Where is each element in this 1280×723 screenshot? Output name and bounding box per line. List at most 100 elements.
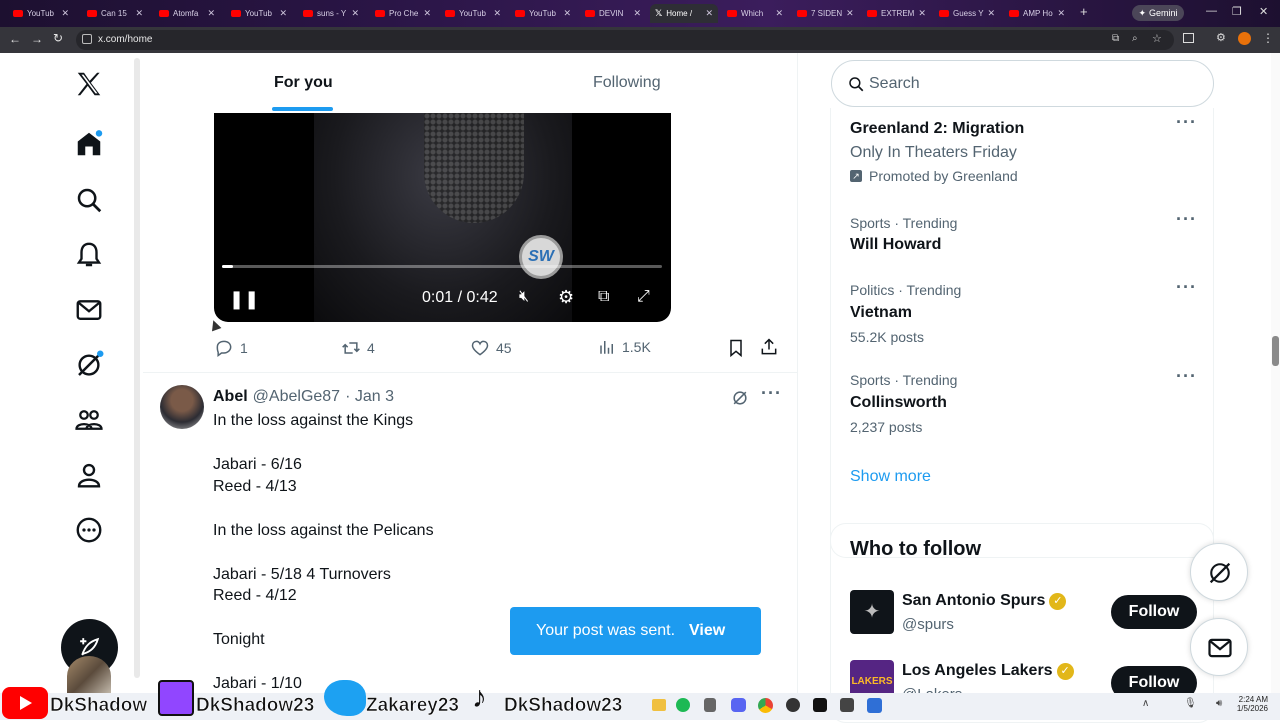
page-scrollbar[interactable] bbox=[1271, 53, 1280, 693]
account-name-row[interactable]: Los Angeles Lakers ✓ bbox=[902, 662, 1074, 680]
new-tab-button[interactable]: + bbox=[1080, 4, 1088, 19]
browser-tab[interactable]: YouTub ✕ bbox=[226, 4, 292, 23]
tab-for-you[interactable]: For you bbox=[274, 74, 333, 92]
extensions-icon[interactable]: ⚙ bbox=[1216, 31, 1226, 44]
settings-icon[interactable]: ⚙ bbox=[558, 287, 574, 308]
browser-tab[interactable]: EXTREM ✕ bbox=[862, 4, 928, 23]
trend-title[interactable]: Collinsworth bbox=[850, 394, 947, 412]
account-name-row[interactable]: San Antonio Spurs ✓ bbox=[902, 592, 1067, 610]
reload-icon[interactable]: ↻ bbox=[53, 31, 63, 45]
close-icon[interactable]: ✕ bbox=[563, 8, 571, 19]
like-button[interactable]: 45 bbox=[470, 338, 512, 358]
close-icon[interactable]: ✕ bbox=[1057, 8, 1065, 19]
tiktok-icon[interactable] bbox=[813, 698, 827, 712]
search-icon[interactable] bbox=[74, 185, 104, 215]
close-icon[interactable]: ✕ bbox=[423, 8, 431, 19]
tab-following[interactable]: Following bbox=[593, 74, 661, 92]
app-icon[interactable] bbox=[867, 698, 882, 713]
communities-icon[interactable] bbox=[74, 405, 104, 435]
browser-tab[interactable]: DEVIN ✕ bbox=[580, 4, 646, 23]
more-options-icon[interactable]: ··· bbox=[1176, 277, 1197, 298]
scrollbar-thumb[interactable] bbox=[1272, 336, 1279, 366]
share-icon[interactable] bbox=[759, 337, 779, 357]
close-icon[interactable]: ✕ bbox=[351, 8, 359, 19]
bookmark-star-icon[interactable]: ☆ bbox=[1152, 32, 1162, 45]
more-circle-icon[interactable] bbox=[74, 515, 104, 545]
avatar[interactable] bbox=[160, 385, 204, 429]
profile-icon[interactable] bbox=[74, 460, 104, 490]
more-options-icon[interactable]: ··· bbox=[1176, 209, 1197, 230]
browser-tab[interactable]: AMP Ho ✕ bbox=[1004, 4, 1070, 23]
bookmark-icon[interactable] bbox=[726, 338, 746, 358]
forward-icon[interactable]: → bbox=[31, 32, 43, 46]
views-button[interactable]: 1.5K bbox=[598, 338, 651, 356]
close-window-icon[interactable]: ✕ bbox=[1259, 5, 1268, 18]
restore-icon[interactable]: ❐ bbox=[1232, 5, 1242, 18]
browser-tab[interactable]: YouTub ✕ bbox=[8, 4, 74, 23]
x-logo-icon[interactable] bbox=[74, 69, 104, 99]
pause-icon[interactable]: ❚❚ bbox=[229, 289, 259, 310]
close-icon[interactable]: ✕ bbox=[918, 8, 926, 19]
back-icon[interactable]: ← bbox=[9, 32, 21, 46]
left-scrollbar[interactable] bbox=[134, 58, 140, 678]
trend-title[interactable]: Vietnam bbox=[850, 304, 912, 322]
picture-in-picture-icon[interactable]: ⧉ bbox=[598, 288, 609, 306]
browser-tab[interactable]: YouTub ✕ bbox=[510, 4, 576, 23]
follow-button[interactable]: Follow bbox=[1111, 595, 1197, 629]
close-icon[interactable]: ✕ bbox=[493, 8, 501, 19]
trend-title[interactable]: Greenland 2: Migration bbox=[850, 120, 1024, 138]
close-icon[interactable]: ✕ bbox=[633, 8, 641, 19]
app-icon[interactable] bbox=[786, 698, 800, 712]
browser-tab[interactable]: Which ✕ bbox=[722, 4, 788, 23]
close-icon[interactable]: ✕ bbox=[135, 8, 143, 19]
mail-icon[interactable] bbox=[74, 295, 104, 325]
gemini-button[interactable]: ✦ Gemini bbox=[1132, 5, 1184, 21]
url-bar[interactable]: x.com/home ⧉ ⌕ ☆ bbox=[76, 30, 1174, 50]
discord-icon[interactable] bbox=[731, 698, 746, 712]
browser-tab[interactable]: Can 15 ✕ bbox=[82, 4, 148, 23]
tab-search-icon[interactable] bbox=[1183, 33, 1194, 43]
home-icon[interactable] bbox=[74, 129, 104, 159]
clock[interactable]: 2:24 AM 1/5/2026 bbox=[1232, 695, 1268, 713]
close-icon[interactable]: ✕ bbox=[705, 8, 713, 19]
minimize-icon[interactable]: — bbox=[1206, 5, 1217, 17]
zoom-icon[interactable]: ⌕ bbox=[1132, 33, 1138, 44]
grok-icon[interactable] bbox=[730, 388, 750, 408]
close-icon[interactable]: ✕ bbox=[988, 8, 996, 19]
reply-button[interactable]: 1 bbox=[214, 338, 248, 358]
bell-icon[interactable] bbox=[74, 240, 104, 270]
close-icon[interactable]: ✕ bbox=[61, 8, 69, 19]
spotify-icon[interactable] bbox=[676, 698, 690, 712]
more-options-icon[interactable]: ··· bbox=[1176, 366, 1197, 387]
toast-view-link[interactable]: View bbox=[689, 622, 725, 640]
browser-tab[interactable]: Guess Y ✕ bbox=[934, 4, 1000, 23]
browser-tab[interactable]: Pro Che ✕ bbox=[370, 4, 436, 23]
tray-chevron-icon[interactable]: ∧ bbox=[1142, 698, 1149, 709]
close-icon[interactable]: ✕ bbox=[207, 8, 215, 19]
trend-title[interactable]: Will Howard bbox=[850, 236, 941, 254]
microphone-icon[interactable]: 🎙︎ bbox=[1184, 698, 1197, 709]
spurs-avatar[interactable]: ✦ bbox=[850, 590, 894, 634]
tweet-date[interactable]: · Jan 3 bbox=[345, 388, 394, 406]
more-options-icon[interactable]: ··· bbox=[1176, 112, 1197, 133]
browser-tab-active[interactable]: 𝕏 Home / ✕ bbox=[650, 4, 718, 23]
volume-icon[interactable]: 🔊︎ bbox=[1216, 698, 1222, 709]
menu-icon[interactable]: ⋮ bbox=[1262, 31, 1274, 45]
account-avatar[interactable] bbox=[67, 656, 111, 696]
site-info-icon[interactable] bbox=[82, 34, 92, 44]
video-player[interactable]: SW ❚❚ 0:01 / 0:42 🔇︎ ⚙ ⧉ ⤢ bbox=[214, 113, 671, 322]
mute-icon[interactable]: 🔇︎ bbox=[519, 288, 529, 306]
chrome-icon[interactable] bbox=[758, 698, 773, 713]
author-name[interactable]: Abel bbox=[213, 388, 248, 406]
show-more-link[interactable]: Show more bbox=[850, 468, 931, 486]
browser-tab[interactable]: suns - Y ✕ bbox=[298, 4, 364, 23]
browser-tab[interactable]: YouTub ✕ bbox=[440, 4, 506, 23]
search-input[interactable]: Search bbox=[831, 60, 1214, 107]
app-icon[interactable] bbox=[704, 698, 716, 712]
video-progress-track[interactable] bbox=[222, 265, 662, 268]
grok-icon[interactable] bbox=[74, 350, 104, 380]
author-handle[interactable]: @AbelGe87 bbox=[253, 388, 340, 406]
close-icon[interactable]: ✕ bbox=[775, 8, 783, 19]
browser-tab[interactable]: Atomfa ✕ bbox=[154, 4, 220, 23]
messages-floating-button[interactable] bbox=[1190, 618, 1248, 676]
